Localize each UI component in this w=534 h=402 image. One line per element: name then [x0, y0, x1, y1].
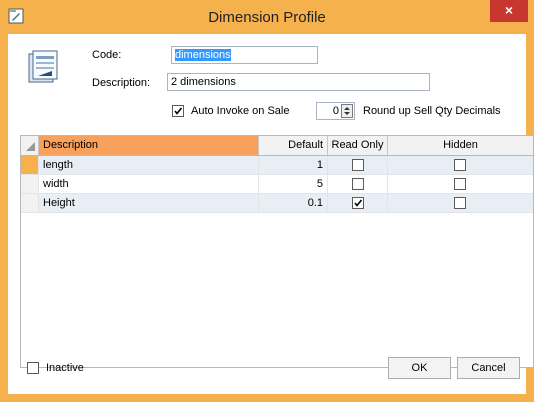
code-value: dimensions [175, 49, 231, 61]
auto-invoke-checkbox[interactable] [172, 105, 184, 117]
row-indicator[interactable] [21, 156, 39, 174]
grid-header: Description Default Value Read Only Hidd… [21, 136, 533, 170]
description-field[interactable]: 2 dimensions [167, 73, 430, 91]
profile-form-icon [26, 49, 62, 85]
dimensions-grid[interactable]: Description Default Value Read Only Hidd… [20, 135, 534, 368]
cancel-button[interactable]: Cancel [457, 357, 520, 379]
row-default-value[interactable]: 5 [259, 175, 328, 193]
title-bar[interactable]: Dimension Profile × [0, 0, 534, 34]
row-read-only-cell [328, 156, 388, 174]
row-read-only-cell [328, 194, 388, 212]
code-field[interactable]: dimensions [171, 46, 318, 64]
stepper-arrows-icon[interactable] [341, 104, 353, 118]
ok-button[interactable]: OK [388, 357, 451, 379]
dialog-body: Code: dimensions Description: 2 dimensio… [8, 34, 534, 394]
auto-invoke-label: Auto Invoke on Sale [191, 105, 290, 117]
hidden-checkbox[interactable] [454, 197, 466, 209]
round-up-label: Round up Sell Qty Decimals [363, 105, 501, 117]
table-row[interactable]: width 5 [21, 175, 533, 194]
row-indicator[interactable] [21, 194, 39, 212]
dimension-profile-window: Dimension Profile × Code: dimensions Des… [0, 0, 534, 402]
hidden-checkbox[interactable] [454, 159, 466, 171]
column-header-hidden[interactable]: Hidden [388, 136, 533, 155]
description-label: Description: [92, 77, 151, 89]
grid-corner[interactable] [21, 136, 39, 155]
row-description[interactable]: Height [39, 194, 259, 212]
row-description[interactable]: width [39, 175, 259, 193]
read-only-checkbox[interactable] [352, 159, 364, 171]
column-header-read-only[interactable]: Read Only [328, 136, 388, 155]
column-header-default-value[interactable]: Default Value [259, 136, 328, 170]
round-up-stepper[interactable]: 0 [316, 102, 355, 120]
column-header-description[interactable]: Description [39, 136, 259, 155]
read-only-checkbox[interactable] [352, 197, 364, 209]
code-label: Code: [92, 49, 122, 61]
read-only-checkbox[interactable] [352, 178, 364, 190]
row-default-value[interactable]: 0.1 [259, 194, 328, 212]
row-hidden-cell [388, 194, 533, 212]
row-hidden-cell [388, 156, 533, 174]
table-row[interactable]: Height 0.1 [21, 194, 533, 213]
hidden-checkbox[interactable] [454, 178, 466, 190]
inactive-label: Inactive [46, 362, 84, 374]
window-title: Dimension Profile [208, 9, 326, 26]
close-button[interactable]: × [490, 0, 528, 22]
row-default-value[interactable]: 1 [259, 156, 328, 174]
table-row[interactable]: length 1 [21, 156, 533, 175]
row-read-only-cell [328, 175, 388, 193]
row-hidden-cell [388, 175, 533, 193]
row-indicator[interactable] [21, 175, 39, 193]
inactive-checkbox[interactable] [27, 362, 39, 374]
row-description[interactable]: length [39, 156, 259, 174]
round-up-value: 0 [332, 105, 339, 117]
